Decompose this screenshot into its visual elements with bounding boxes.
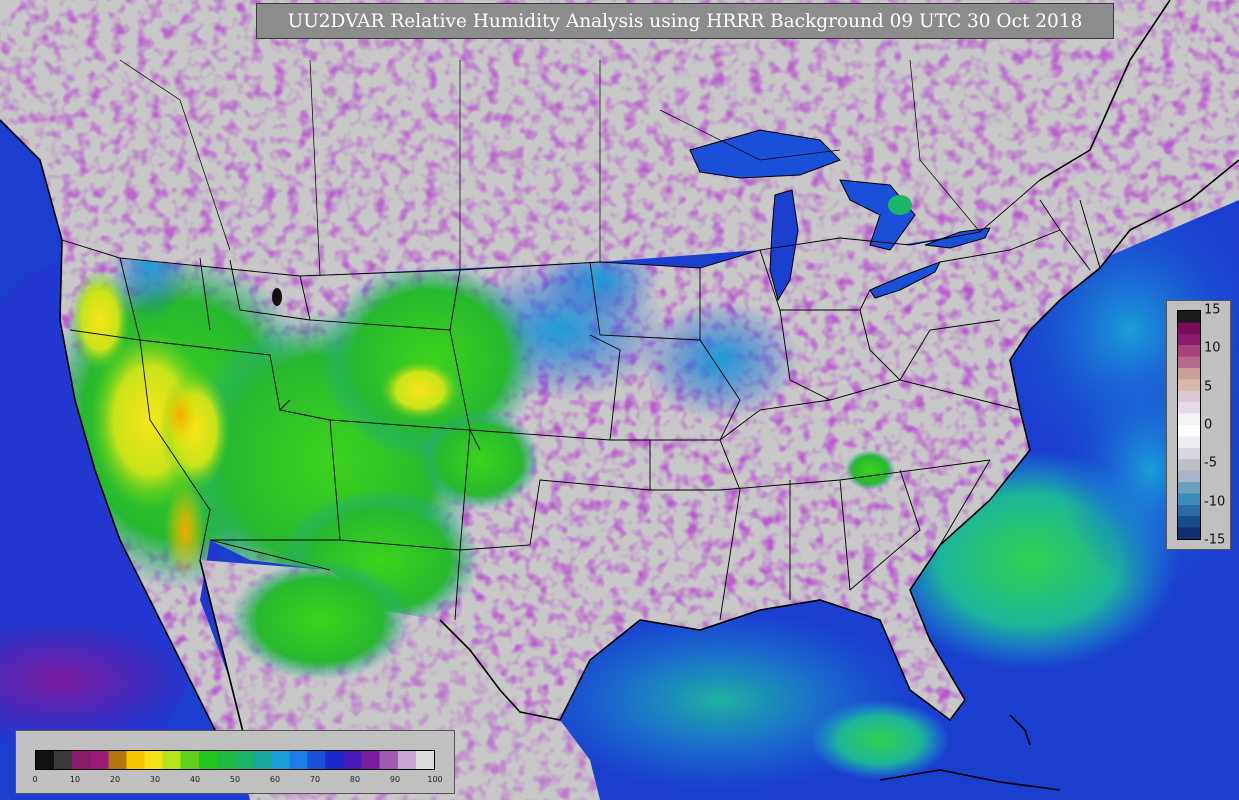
humidity-map: [0, 0, 1239, 800]
rh-colorbar-tick: 30: [149, 775, 161, 784]
rh-colorbar-tick: 60: [269, 775, 281, 784]
difference-colorbar-tick: -10: [1204, 494, 1226, 510]
rh-colorbar-tick: 0: [32, 775, 38, 784]
rh-colorbar-tick: 70: [309, 775, 321, 784]
difference-colorbar-tick: 10: [1204, 340, 1221, 356]
rh-colorbar-gradient: [35, 750, 435, 770]
difference-colorbar-tick: 15: [1204, 302, 1221, 318]
difference-colorbar-tick: -5: [1204, 455, 1217, 471]
difference-colorbar: 15 10 5 0 -5 -10 -15: [1166, 300, 1231, 550]
rh-colorbar-tick: 50: [229, 775, 241, 784]
difference-colorbar-gradient: [1177, 310, 1201, 540]
map-title: UU2DVAR Relative Humidity Analysis using…: [256, 3, 1114, 39]
rh-colorbar-tick: 90: [389, 775, 401, 784]
rh-colorbar-tick: 80: [349, 775, 361, 784]
rh-colorbar-tick: 10: [69, 775, 81, 784]
rh-colorbar-tick: 20: [109, 775, 121, 784]
rh-colorbar-tick: 100: [427, 775, 443, 784]
difference-colorbar-tick: 0: [1204, 417, 1213, 433]
rh-colorbar-tick: 40: [189, 775, 201, 784]
difference-colorbar-tick: -15: [1204, 532, 1226, 548]
difference-colorbar-tick: 5: [1204, 379, 1213, 395]
rh-colorbar: 0 10 20 30 40 50 60 70 80 90 100: [15, 730, 455, 794]
